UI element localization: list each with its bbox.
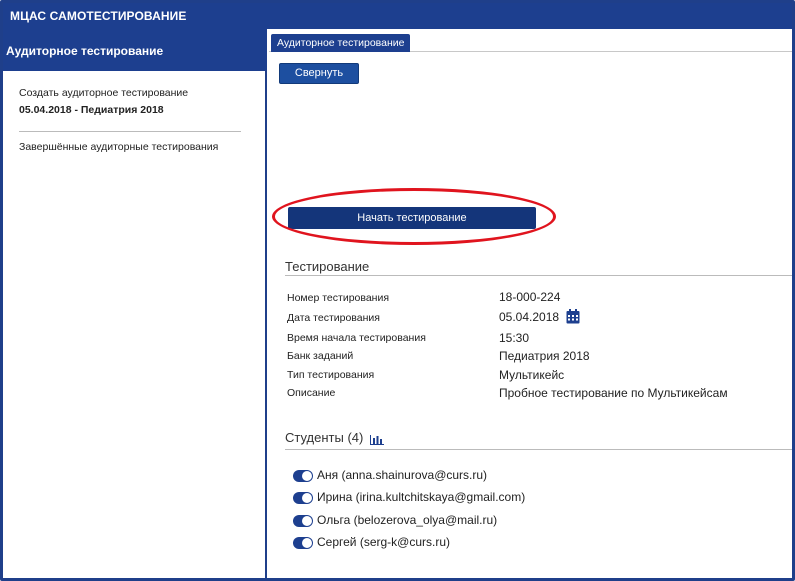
bar-chart-icon[interactable] (370, 433, 384, 445)
student-name: Сергей (serg-k@curs.ru) (317, 535, 451, 549)
student-name: Ирина (irina.kultchitskaya@gmail.com) (317, 490, 526, 504)
field-label-task-bank: Банк заданий (287, 350, 354, 362)
sidebar-item-finished-testings[interactable]: Завершённые аудиторные тестирования (19, 141, 218, 153)
testing-section-divider (285, 275, 792, 276)
app-header: МЦАС САМОТЕСТИРОВАНИЕ (3, 3, 792, 29)
calendar-icon[interactable] (566, 309, 580, 324)
field-label-number: Номер тестирования (287, 292, 390, 304)
app-title: МЦАС САМОТЕСТИРОВАНИЕ (10, 9, 187, 23)
field-label-start-time: Время начала тестирования (287, 332, 426, 344)
field-value-description: Пробное тестирование по Мультикейсам (499, 386, 728, 400)
field-value-number: 18-000-224 (499, 290, 561, 304)
main-panel: Аудиторное тестирование Свернуть Начать … (269, 29, 792, 578)
start-testing-button[interactable]: Начать тестирование (288, 207, 536, 229)
field-value-testing-type: Мультикейс (499, 368, 565, 382)
sidebar: Аудиторное тестирование Создать аудиторн… (3, 29, 267, 578)
collapse-button[interactable]: Свернуть (279, 63, 359, 84)
field-label-testing-type: Тип тестирования (287, 369, 375, 381)
student-name: Аня (anna.shainurova@curs.ru) (317, 468, 488, 482)
field-value-date: 05.04.2018 (499, 310, 560, 324)
sidebar-divider (19, 131, 241, 132)
sidebar-title: Аудиторное тестирование (6, 44, 164, 58)
sidebar-item-create-testing[interactable]: Создать аудиторное тестирование (19, 87, 188, 99)
field-value-start-time: 15:30 (499, 331, 530, 345)
toggle-knob (302, 493, 312, 503)
toggle-knob (302, 471, 312, 481)
tab-auditory-testing[interactable]: Аудиторное тестирование (271, 34, 411, 52)
student-toggle[interactable] (293, 492, 313, 504)
toggle-knob (302, 516, 312, 526)
testing-section-title: Тестирование (285, 259, 370, 274)
field-label-date: Дата тестирования (287, 312, 380, 324)
student-toggle[interactable] (293, 470, 313, 482)
toggle-knob (302, 538, 312, 548)
students-section-title: Студенты (4) (285, 430, 364, 445)
students-section-divider (285, 449, 792, 450)
field-value-task-bank: Педиатрия 2018 (499, 349, 590, 363)
sidebar-item-current-testing[interactable]: 05.04.2018 - Педиатрия 2018 (19, 104, 164, 116)
student-name: Ольга (belozerova_olya@mail.ru) (317, 513, 498, 527)
field-label-description: Описание (287, 387, 336, 399)
student-toggle[interactable] (293, 515, 313, 527)
sidebar-header[interactable]: Аудиторное тестирование (3, 29, 267, 71)
student-toggle[interactable] (293, 537, 313, 549)
